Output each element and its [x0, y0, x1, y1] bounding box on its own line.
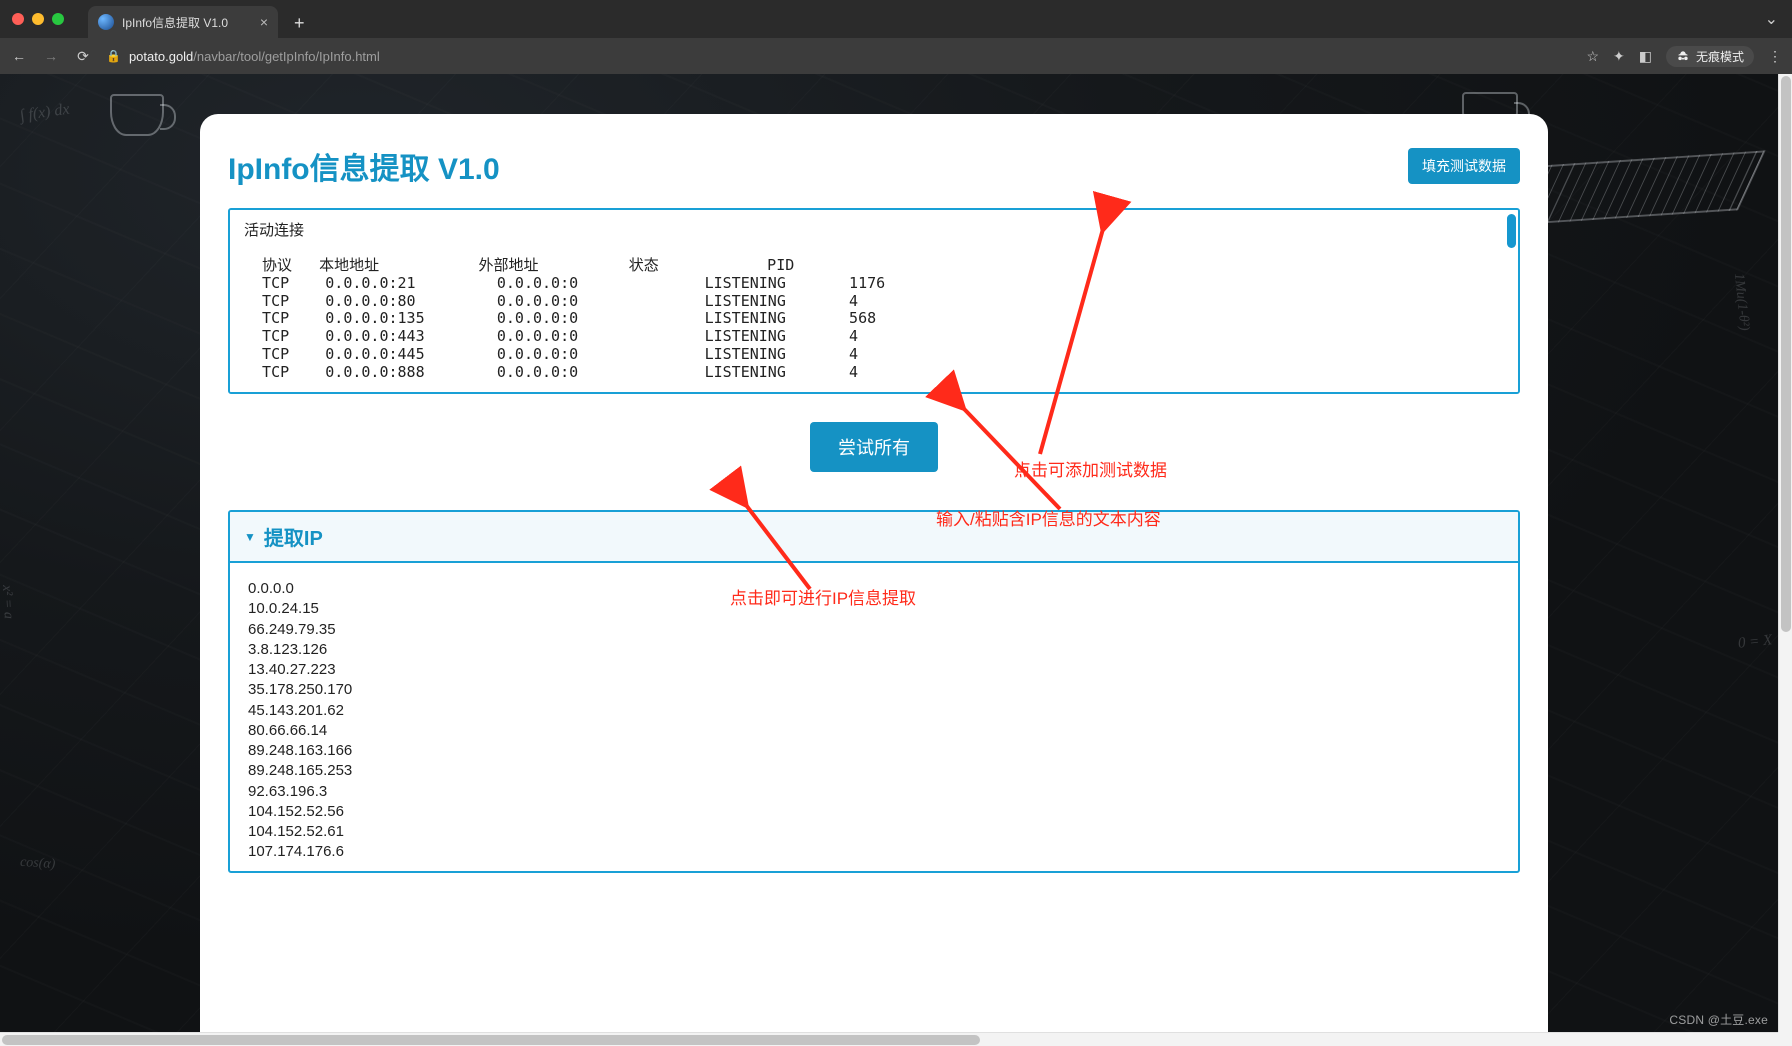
caret-down-icon: ▼	[244, 530, 256, 544]
page-viewport-wrapper: ∫ f(x) dx x² = a 1Mu(1-θ²) 0 = X cos(α) …	[0, 74, 1792, 1046]
nav-forward-icon[interactable]: →	[42, 48, 60, 64]
browser-toolbar: ← → ⟳ 🔒 potato.gold/navbar/tool/getIpInf…	[0, 38, 1792, 74]
ip-line: 89.248.165.253	[248, 761, 1500, 781]
ip-line: 45.143.201.62	[248, 701, 1500, 721]
nav-back-icon[interactable]: ←	[10, 48, 28, 64]
lock-icon: 🔒	[106, 49, 121, 63]
tabs-overflow-icon[interactable]: ⌄	[1765, 9, 1778, 29]
window-controls	[12, 13, 64, 25]
fill-test-data-button[interactable]: 填充测试数据	[1408, 148, 1520, 184]
main-card: IpInfo信息提取 V1.0 填充测试数据 尝试所有 ▼ 提取IP 0.0.0…	[200, 114, 1548, 1032]
ip-line: 13.40.27.223	[248, 660, 1500, 680]
chalk-doodle: x² = a	[0, 585, 16, 620]
textarea-scrollbar-thumb[interactable]	[1507, 214, 1516, 248]
input-textarea-container	[228, 208, 1520, 394]
new-tab-button[interactable]: +	[286, 13, 313, 34]
browser-tab[interactable]: IpInfo信息提取 V1.0 ×	[88, 6, 278, 38]
extract-ip-title: 提取IP	[264, 522, 323, 551]
ip-line: 92.63.196.3	[248, 782, 1500, 802]
page-title: IpInfo信息提取 V1.0	[228, 144, 500, 188]
ip-line: 104.152.52.61	[248, 822, 1500, 842]
extensions-icon[interactable]: ✦	[1613, 48, 1625, 65]
chalk-doodle: 1Mu(1-θ²)	[1730, 272, 1752, 331]
address-bar[interactable]: 🔒 potato.gold/navbar/tool/getIpInfo/IpIn…	[106, 49, 1572, 64]
page-viewport: ∫ f(x) dx x² = a 1Mu(1-θ²) 0 = X cos(α) …	[0, 74, 1778, 1032]
page-horizontal-scrollbar[interactable]	[0, 1032, 1778, 1046]
extract-ip-section: ▼ 提取IP 0.0.0.010.0.24.1566.249.79.353.8.…	[228, 510, 1520, 873]
ip-source-textarea[interactable]	[230, 210, 1518, 392]
incognito-label: 无痕模式	[1696, 48, 1744, 65]
panel-icon[interactable]: ◧	[1639, 48, 1652, 65]
page-vertical-scrollbar-thumb[interactable]	[1781, 76, 1791, 632]
try-all-button[interactable]: 尝试所有	[810, 422, 938, 472]
chalk-doodle: cos(α)	[19, 855, 55, 873]
ip-line: 66.249.79.35	[248, 620, 1500, 640]
ip-line: 3.8.123.126	[248, 640, 1500, 660]
url-path: /navbar/tool/getIpInfo/IpInfo.html	[193, 49, 379, 64]
incognito-icon	[1676, 49, 1690, 63]
window-close-button[interactable]	[12, 13, 24, 25]
window-minimize-button[interactable]	[32, 13, 44, 25]
page-horizontal-scrollbar-thumb[interactable]	[2, 1035, 980, 1045]
window-maximize-button[interactable]	[52, 13, 64, 25]
ip-line: 35.178.250.170	[248, 680, 1500, 700]
ip-list: 0.0.0.010.0.24.1566.249.79.353.8.123.126…	[230, 563, 1518, 871]
scrollbar-corner	[1778, 1032, 1792, 1046]
nav-reload-icon[interactable]: ⟳	[74, 48, 92, 65]
ruler-doodle	[1510, 150, 1765, 225]
ip-line: 80.66.66.14	[248, 721, 1500, 741]
tab-close-icon[interactable]: ×	[260, 15, 268, 29]
mug-doodle	[110, 94, 164, 136]
ip-line: 10.0.24.15	[248, 599, 1500, 619]
tab-favicon	[98, 14, 114, 30]
extract-ip-header[interactable]: ▼ 提取IP	[230, 512, 1518, 563]
bookmark-star-icon[interactable]: ☆	[1586, 48, 1599, 65]
chalk-doodle: 0 = X	[1737, 632, 1773, 652]
kebab-menu-icon[interactable]: ⋮	[1768, 48, 1782, 65]
chalk-doodle: ∫ f(x) dx	[19, 101, 71, 126]
textarea-scrollbar[interactable]	[1507, 212, 1516, 390]
ip-line: 0.0.0.0	[248, 579, 1500, 599]
ip-line: 107.174.176.6	[248, 842, 1500, 862]
window-titlebar: IpInfo信息提取 V1.0 × + ⌄	[0, 0, 1792, 38]
ip-line: 104.152.52.56	[248, 802, 1500, 822]
tab-title: IpInfo信息提取 V1.0	[122, 14, 252, 31]
page-vertical-scrollbar[interactable]	[1778, 74, 1792, 1032]
ip-line: 89.248.163.166	[248, 741, 1500, 761]
incognito-badge[interactable]: 无痕模式	[1666, 46, 1754, 67]
url-host: potato.gold	[129, 49, 193, 64]
